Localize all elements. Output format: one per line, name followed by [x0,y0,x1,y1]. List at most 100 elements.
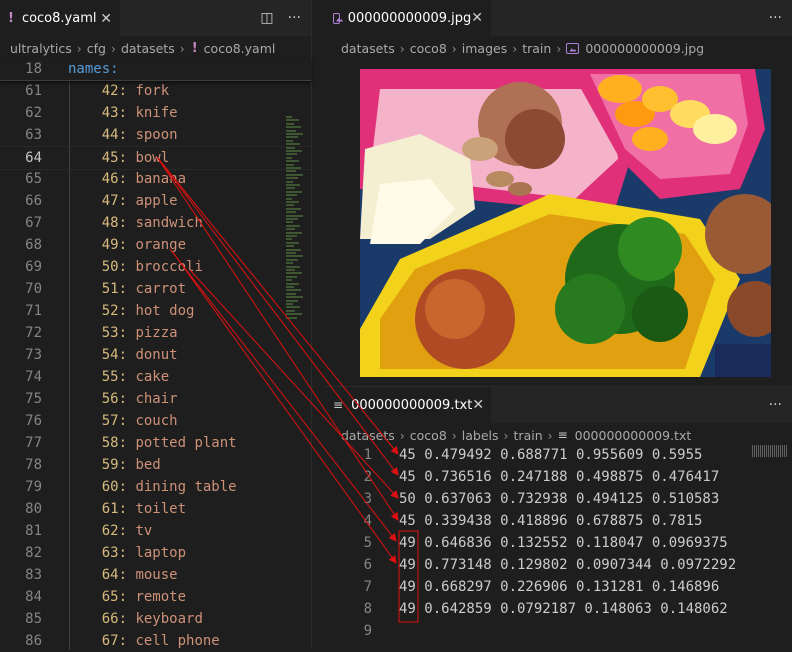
yaml-value: broccoli [135,259,203,275]
breadcrumb-item[interactable]: images [462,41,507,56]
code-line[interactable]: 85 66: keyboard [0,608,311,630]
more-actions-icon[interactable]: ··· [769,10,782,26]
code-line[interactable]: 68 49: orange [0,234,311,256]
yaml-value: remote [135,589,187,605]
breadcrumb-item[interactable]: 000000000009.jpg [585,41,704,56]
line-number: 6 [363,557,372,573]
minimap-line [286,116,292,118]
breadcrumb-item[interactable]: 000000000009.txt [575,428,692,443]
code-line[interactable]: 6 49 0.773148 0.129802 0.0907344 0.097229… [325,554,792,576]
yaml-entry: 59: bed [68,454,161,476]
code-line[interactable]: 72 53: pizza [0,322,311,344]
yaml-key: 51: [101,281,128,297]
code-line[interactable]: 71 52: hot dog [0,300,311,322]
close-icon[interactable]: ✕ [100,11,112,27]
line-number: 2 [363,469,372,485]
minimap-line [286,177,298,180]
tab-label-file[interactable]: ≡ 000000000009.txt ✕ [325,387,491,423]
yaml-key: 55: [101,369,128,385]
code-line[interactable]: 66 47: apple [0,190,311,212]
code-line[interactable]: 76 57: couch [0,410,311,432]
image-editor-tabbar: 000000000009.jpg ✕ ··· [325,0,792,36]
code-line[interactable]: 7 49 0.668297 0.226906 0.131281 0.146896 [325,576,792,598]
minimap-line [286,241,299,244]
line-number: 76 [25,413,42,429]
line-number: 67 [25,215,42,231]
code-line[interactable]: 81 62: tv [0,520,311,542]
yaml-editor-tabbar: ! coco8.yaml ✕ ◫ ··· [0,0,311,36]
code-line[interactable]: 64 45: bowl [0,146,311,170]
code-line[interactable]: 78 59: bed [0,454,311,476]
code-line[interactable]: 75 56: chair [0,388,311,410]
code-line[interactable]: 3 50 0.637063 0.732938 0.494125 0.510583 [325,488,792,510]
code-line[interactable]: 73 54: donut [0,344,311,366]
tab-coco8-yaml[interactable]: ! coco8.yaml ✕ [0,0,120,36]
line-number: 72 [25,325,42,341]
breadcrumb-item[interactable]: cfg [87,41,106,56]
breadcrumb-item[interactable]: coco8.yaml [204,41,276,56]
code-line[interactable]: 65 46: banana [0,168,311,190]
code-line[interactable]: 77 58: potted plant [0,432,311,454]
close-icon[interactable]: ✕ [472,397,484,413]
code-editor[interactable]: 1 45 0.479492 0.688771 0.955609 0.5955 2 45… [325,444,792,649]
code-line[interactable]: 79 60: dining table [0,476,311,498]
yaml-entry: 42: fork [68,80,169,102]
code-line[interactable]: 67 48: sandwich [0,212,311,234]
yaml-value: hot dog [135,303,195,319]
breadcrumb-item[interactable]: train [522,41,551,56]
yaml-entry: 45: bowl [68,147,169,169]
chevron-right-icon: › [512,40,518,56]
yaml-entry: 48: sandwich [68,212,203,234]
breadcrumb-item[interactable]: train [514,428,543,443]
sticky-scroll-line[interactable]: 18 names: [0,58,311,81]
yaml-key: 43: [101,105,128,121]
breadcrumb-item[interactable]: datasets [341,428,395,443]
code-line[interactable]: 74 55: cake [0,366,311,388]
breadcrumb-item[interactable]: coco8 [410,428,447,443]
code-line[interactable]: 80 61: toilet [0,498,311,520]
line-number: 1 [363,447,372,463]
close-icon[interactable]: ✕ [471,10,483,26]
minimap-line [286,173,303,176]
code-line[interactable]: 82 63: laptop [0,542,311,564]
line-number: 70 [25,281,42,297]
code-line[interactable]: 9 [325,620,792,642]
code-line[interactable]: 70 51: carrot [0,278,311,300]
code-line[interactable]: 83 64: mouse [0,564,311,586]
split-divider[interactable] [311,0,325,648]
minimap[interactable] [752,445,788,457]
label-row-text: 45 0.339438 0.418896 0.678875 0.7815 [399,513,703,529]
minimap-line [286,245,294,248]
label-row-text: 49 0.642859 0.0792187 0.148063 0.148062 [399,601,728,617]
split-editor-icon[interactable]: ◫ [260,10,273,26]
code-line[interactable]: 84 65: remote [0,586,311,608]
yaml-key: 49: [101,237,128,253]
code-line[interactable]: 8 49 0.642859 0.0792187 0.148063 0.148062 [325,598,792,620]
yaml-value: toilet [135,501,187,517]
breadcrumb-item[interactable]: datasets [121,41,175,56]
more-actions-icon[interactable]: ··· [769,397,782,413]
code-line[interactable]: 61 42: fork [0,80,311,102]
code-line[interactable]: 63 44: spoon [0,124,311,146]
minimap[interactable] [284,116,310,322]
yaml-key: 45: [101,150,128,166]
code-line[interactable]: 2 45 0.736516 0.247188 0.498875 0.476417 [325,466,792,488]
code-editor[interactable]: 18 names: 61 42: fork 62 43: knife 63 44: … [0,58,311,650]
tab-image-file[interactable]: 000000000009.jpg ✕ [325,0,491,36]
code-line[interactable]: 1 45 0.479492 0.688771 0.955609 0.5955 [325,444,792,466]
code-line[interactable]: 62 43: knife [0,102,311,124]
breadcrumb-item[interactable]: datasets [341,41,395,56]
minimap-line [286,119,299,122]
yaml-entry: 46: banana [68,168,186,190]
breadcrumb-item[interactable]: ultralytics [10,41,72,56]
breadcrumb-item[interactable]: labels [462,428,499,443]
code-line[interactable]: 69 50: broccoli [0,256,311,278]
breadcrumb-item[interactable]: coco8 [410,41,447,56]
yaml-entry: 66: keyboard [68,608,203,630]
code-line[interactable]: 4 45 0.339438 0.418896 0.678875 0.7815 [325,510,792,532]
code-line[interactable]: 5 49 0.646836 0.132552 0.118047 0.0969375 [325,532,792,554]
code-line[interactable]: 86 67: cell phone [0,630,311,652]
yaml-key: 44: [101,127,128,143]
line-number: 84 [25,589,42,605]
more-actions-icon[interactable]: ··· [288,10,301,26]
